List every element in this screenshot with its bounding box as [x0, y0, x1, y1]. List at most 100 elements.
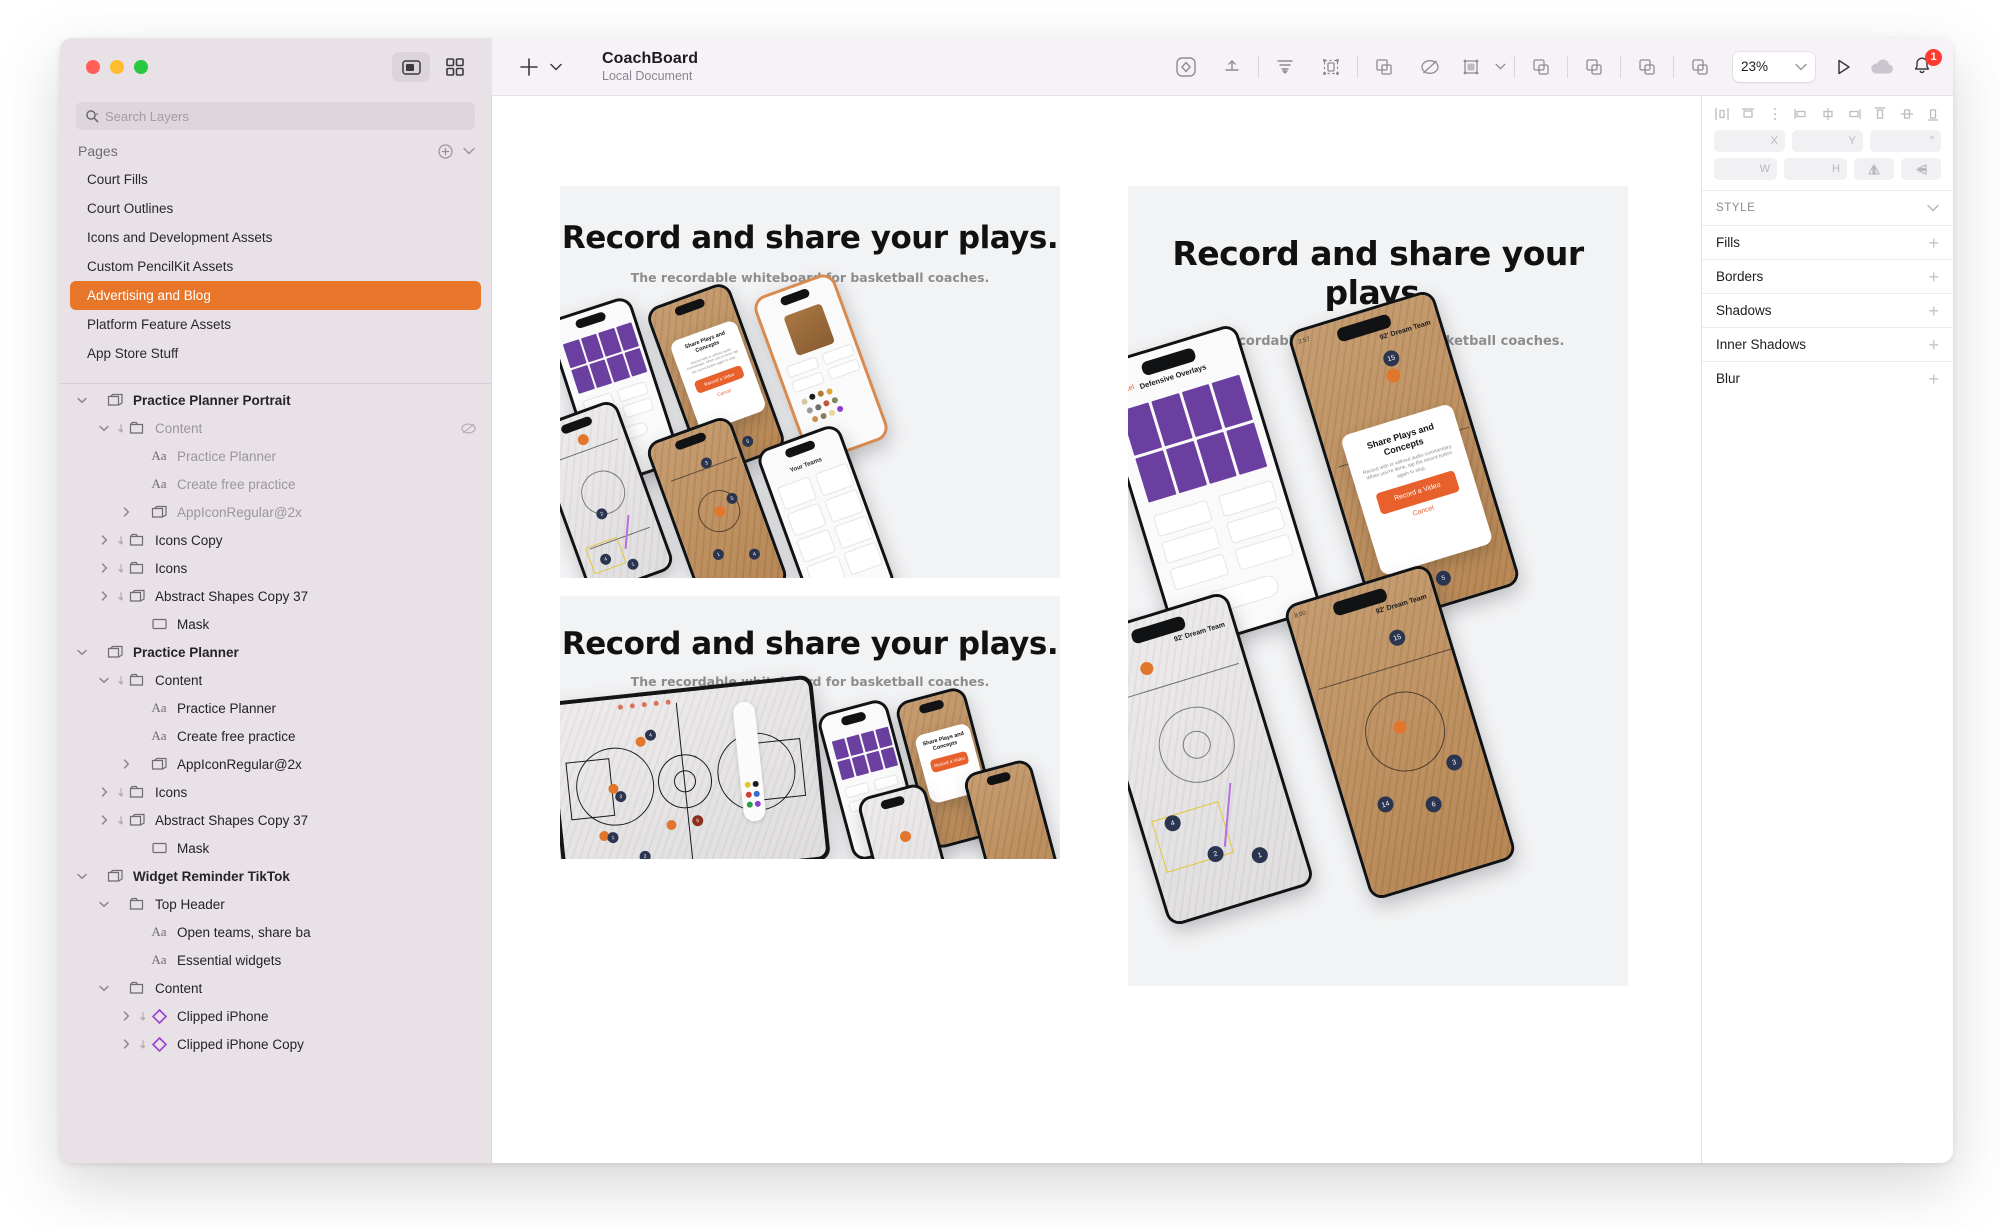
intersect-icon[interactable] [1624, 46, 1670, 88]
chevron-down-icon[interactable] [74, 873, 90, 880]
artboard-ad-banner-tablet[interactable]: Record and share your plays. The recorda… [560, 596, 1060, 859]
grid-view-icon[interactable] [436, 52, 474, 82]
distribute-h-icon[interactable] [1767, 106, 1783, 122]
layer-row[interactable]: Aa Open teams, share ba [60, 918, 491, 946]
document-title-block[interactable]: CoachBoard Local Document [602, 50, 698, 84]
cloud-icon[interactable] [1869, 58, 1895, 76]
plus-icon[interactable]: + [1928, 234, 1939, 252]
align-top-icon[interactable] [1209, 46, 1255, 88]
layer-row[interactable]: Aa Practice Planner [60, 442, 491, 470]
symbol-icon[interactable] [1163, 46, 1209, 88]
scale-selection-icon[interactable] [1308, 46, 1354, 88]
layer-row[interactable]: Abstract Shapes Copy 37 [60, 582, 491, 610]
hidden-icon[interactable] [1407, 46, 1453, 88]
layer-row[interactable]: Aa Essential widgets [60, 946, 491, 974]
plus-icon[interactable]: + [1928, 268, 1939, 286]
chevron-right-icon[interactable] [118, 1011, 134, 1021]
page-item[interactable]: Court Fills [70, 165, 481, 194]
artboard-ad-banner-portrait[interactable]: Record and share your plays. The recorda… [1128, 186, 1628, 986]
plus-icon[interactable]: + [1928, 370, 1939, 388]
page-item[interactable]: App Store Stuff [70, 339, 481, 368]
layer-row[interactable]: Icons [60, 778, 491, 806]
subtract-icon[interactable] [1571, 46, 1617, 88]
layer-row[interactable]: Content [60, 414, 491, 442]
chevron-down-icon[interactable] [96, 901, 112, 908]
zoom-button[interactable] [134, 60, 148, 74]
page-item[interactable]: Court Outlines [70, 194, 481, 223]
mask-icon[interactable] [1361, 46, 1407, 88]
layer-row[interactable]: Practice Planner Portrait [60, 386, 491, 414]
layer-row[interactable]: Practice Planner [60, 638, 491, 666]
layer-row[interactable]: Widget Reminder TikTok [60, 862, 491, 890]
pages-scroll-area[interactable]: Court Fills Court Outlines Icons and Devel… [60, 165, 491, 377]
chevron-right-icon[interactable] [96, 563, 112, 573]
style-section-header[interactable]: STYLE [1702, 191, 1953, 225]
height-field[interactable]: H [1784, 158, 1847, 180]
x-field[interactable]: X [1714, 130, 1785, 152]
y-field[interactable]: Y [1792, 130, 1863, 152]
align-left-icon[interactable] [1714, 106, 1730, 122]
transform-chevron-icon[interactable] [1489, 46, 1511, 88]
layer-row[interactable]: Content [60, 666, 491, 694]
transform-icon[interactable] [1453, 46, 1489, 88]
chevron-down-icon[interactable] [74, 397, 90, 404]
bell-icon[interactable]: 1 [1911, 48, 1942, 79]
page-item[interactable]: Website [70, 368, 481, 377]
chevron-down-icon[interactable] [96, 677, 112, 684]
align-middle-icon[interactable] [1899, 106, 1915, 122]
close-button[interactable] [86, 60, 100, 74]
chevron-down-icon[interactable] [96, 425, 112, 432]
chevron-down-icon[interactable] [463, 147, 475, 155]
chevron-right-icon[interactable] [118, 507, 134, 517]
plus-icon[interactable]: + [1928, 302, 1939, 320]
align-top-icon[interactable] [1872, 106, 1888, 122]
share-dialog-cancel[interactable]: Cancel [716, 387, 731, 397]
page-item[interactable]: Custom PencilKit Assets [70, 252, 481, 281]
page-item[interactable]: Advertising and Blog [70, 281, 481, 310]
layer-row[interactable]: Top Header [60, 890, 491, 918]
play-icon[interactable] [1833, 57, 1853, 77]
minimize-button[interactable] [110, 60, 124, 74]
chevron-right-icon[interactable] [118, 1039, 134, 1049]
search-input[interactable]: Search Layers [76, 102, 475, 130]
zoom-level-selector[interactable]: 23% [1733, 51, 1815, 82]
rotation-field[interactable]: ° [1870, 130, 1941, 152]
difference-icon[interactable] [1677, 46, 1723, 88]
align-right-edge-icon[interactable] [1846, 106, 1862, 122]
layer-row[interactable]: Abstract Shapes Copy 37 [60, 806, 491, 834]
plus-icon[interactable] [518, 56, 540, 78]
align-left-edge-icon[interactable] [1793, 106, 1809, 122]
layer-row[interactable]: Clipped iPhone Copy [60, 1030, 491, 1058]
hidden-icon[interactable] [460, 422, 477, 435]
chevron-right-icon[interactable] [118, 759, 134, 769]
artboard-ad-banner-landscape[interactable]: Record and share your plays. The recorda… [560, 186, 1060, 578]
layer-row[interactable]: Clipped iPhone [60, 1002, 491, 1030]
chevron-down-icon[interactable] [96, 985, 112, 992]
canvas-area[interactable]: Record and share your plays. The recorda… [492, 96, 1701, 1163]
plus-icon[interactable]: + [1928, 336, 1939, 354]
layer-row[interactable]: Aa Create free practice [60, 722, 491, 750]
layer-row[interactable]: Mask [60, 834, 491, 862]
layer-row[interactable]: Aa Practice Planner [60, 694, 491, 722]
layer-row[interactable]: Mask [60, 610, 491, 638]
chevron-right-icon[interactable] [96, 815, 112, 825]
flip-horizontal-icon[interactable] [1854, 158, 1894, 180]
distribute-icon[interactable] [1262, 46, 1308, 88]
chevron-right-icon[interactable] [96, 787, 112, 797]
chevron-right-icon[interactable] [96, 535, 112, 545]
layer-row[interactable]: AppIconRegular@2x [60, 750, 491, 778]
add-page-icon[interactable] [438, 143, 453, 159]
chevron-down-icon[interactable] [74, 649, 90, 656]
layers-tree[interactable]: Practice Planner Portrait Content Aa Practi… [60, 386, 491, 1163]
align-center-h-icon[interactable] [1740, 106, 1756, 122]
page-item[interactable]: Icons and Development Assets [70, 223, 481, 252]
layer-row[interactable]: AppIconRegular@2x [60, 498, 491, 526]
share-dialog-cancel[interactable]: Cancel [1412, 504, 1435, 517]
layer-row[interactable]: Icons [60, 554, 491, 582]
chevron-down-icon[interactable] [1927, 204, 1939, 212]
chevron-right-icon[interactable] [96, 591, 112, 601]
width-field[interactable]: W [1714, 158, 1777, 180]
align-center-icon[interactable] [1820, 106, 1836, 122]
panel-view-icon[interactable] [392, 52, 430, 82]
record-video-button[interactable]: Record a Video [929, 750, 970, 773]
